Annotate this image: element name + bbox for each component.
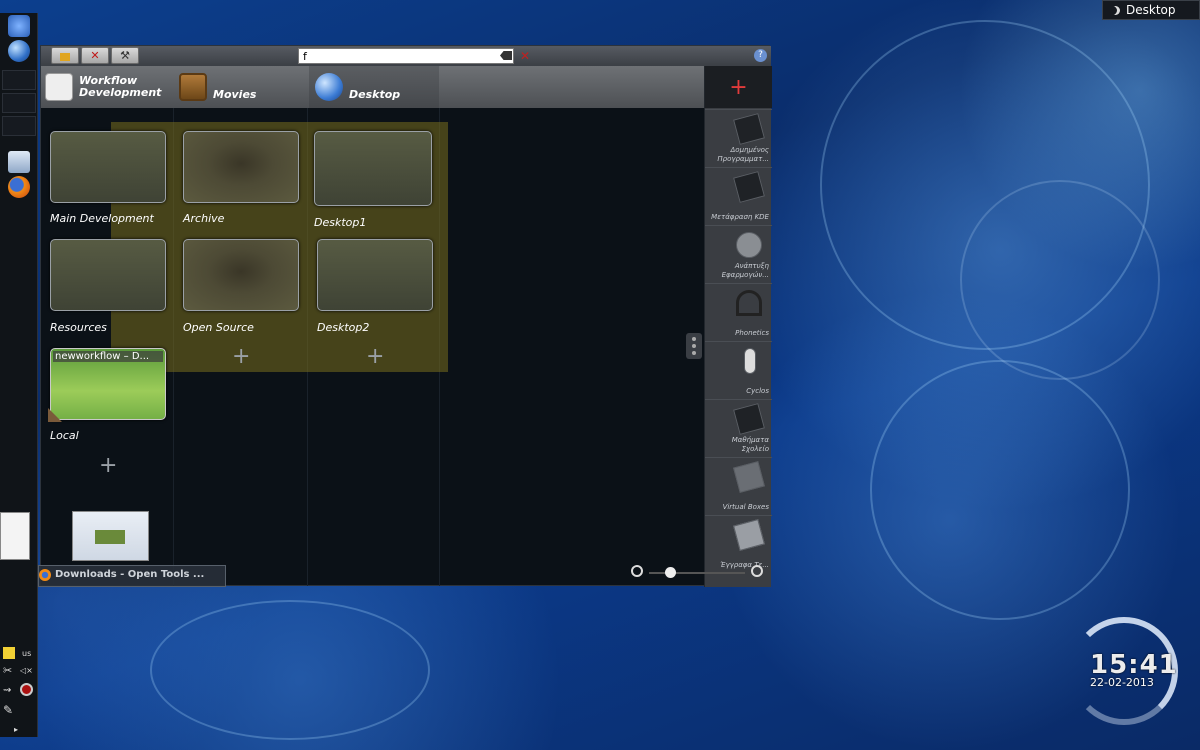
desktop-thumb-main-development[interactable]	[50, 131, 166, 203]
desktop-thumb-local[interactable]: newworkflow – D...	[48, 348, 166, 422]
desktop-label: Desktop1	[314, 216, 367, 229]
lock-icon[interactable]	[51, 47, 79, 64]
dock-item[interactable]: Μετάφραση KDE	[705, 167, 772, 225]
pen-icon[interactable]: ✎	[3, 703, 13, 717]
mp-icon	[736, 232, 762, 258]
left-panel: us ✂ ◁× ⇝ ✎ ▸	[0, 13, 38, 737]
window-title: newworkflow – D...	[53, 351, 163, 362]
desktop-thumb-desktop1[interactable]	[314, 131, 432, 206]
close-icon[interactable]: ✕	[81, 47, 109, 64]
tab-desktop[interactable]: Desktop	[309, 66, 439, 108]
scissors-icon[interactable]: ✂	[3, 664, 12, 677]
tab-workflow-development[interactable]: Workflow Development	[45, 66, 173, 108]
wallpaper-ring	[150, 600, 430, 740]
tools-icon[interactable]: ⚒	[111, 47, 139, 64]
zoom-control	[629, 563, 769, 581]
tab-label: Desktop	[349, 87, 401, 101]
desktop-label-text: Desktop	[1126, 3, 1176, 17]
dock-item-label: Ανάπτυξη Εφαρμογών...	[721, 262, 769, 279]
clock-date: 22-02-2013	[1090, 676, 1154, 689]
desktop-label: Local	[50, 429, 79, 442]
dock-item[interactable]: Δομημένος Προγραμματ...	[705, 109, 772, 167]
fold-corner-icon	[48, 408, 62, 422]
pager-desktop-3[interactable]	[2, 116, 36, 136]
dock-item-label: Cyclos	[746, 387, 769, 395]
tab-label: Movies	[213, 87, 257, 101]
desktop-label: Resources	[50, 321, 107, 334]
dock-item[interactable]: Cyclos	[705, 341, 772, 399]
desktop-thumb-desktop2[interactable]	[317, 239, 433, 311]
zoom-in-icon[interactable]	[751, 565, 763, 577]
headphones-icon	[736, 290, 762, 316]
add-desktop-button[interactable]: +	[99, 455, 117, 477]
network-icon[interactable]	[20, 683, 33, 696]
moon-icon	[1111, 6, 1120, 15]
desktop-thumb-archive[interactable]	[183, 131, 299, 203]
desktop-label: Archive	[183, 212, 225, 225]
globe-icon[interactable]	[8, 40, 30, 62]
dock-item[interactable]: Phonetics	[705, 283, 772, 341]
help-icon[interactable]: ?	[754, 49, 767, 62]
tab-movies[interactable]: Movies	[179, 66, 307, 108]
dock-item-label: Virtual Boxes	[722, 503, 769, 511]
wallpaper-ring	[870, 360, 1130, 620]
desktop-label: Main Development	[50, 212, 154, 225]
dock-item-label: Μετάφραση KDE	[711, 213, 769, 221]
search-input[interactable]	[298, 48, 514, 64]
toolbar: ✕ ⚒ ✕ ?	[41, 46, 771, 66]
wallpaper-ring	[960, 180, 1160, 380]
add-desktop-button[interactable]: +	[366, 346, 384, 368]
firefox-icon[interactable]	[8, 176, 30, 198]
pager-desktop-2[interactable]	[2, 93, 36, 113]
activity-manager-window: ✕ ⚒ ✕ ? Workflow Development Movies Desk…	[40, 45, 772, 587]
kde-menu-icon[interactable]	[8, 15, 30, 37]
activity-dock: + Δομημένος Προγραμματ... Μετάφραση KDE …	[704, 66, 772, 587]
flag-icon	[733, 171, 765, 203]
desktop-thumb-resources[interactable]	[50, 239, 166, 311]
notes-icon[interactable]	[3, 647, 15, 659]
document-icon	[733, 519, 765, 551]
usb-icon[interactable]: ⇝	[3, 685, 11, 696]
cylinder-icon	[45, 73, 73, 101]
expand-arrow-icon[interactable]: ▸	[14, 725, 18, 734]
dock-item[interactable]: Virtual Boxes	[705, 457, 772, 515]
volume-icon[interactable]: ◁×	[20, 666, 33, 675]
desktop-thumb-open-source[interactable]	[183, 239, 299, 311]
firefox-icon	[39, 569, 51, 581]
window-preview[interactable]	[72, 511, 149, 561]
desktop-label[interactable]: Desktop	[1102, 0, 1200, 20]
dock-item-label: Phonetics	[735, 329, 769, 337]
zoom-slider-handle[interactable]	[665, 567, 676, 578]
box-icon	[733, 461, 765, 493]
task-button[interactable]: Downloads - Open Tools ...	[38, 565, 226, 587]
book-icon	[733, 403, 765, 435]
dock-item[interactable]: Ανάπτυξη Εφαρμογών...	[705, 225, 772, 283]
zoom-out-icon[interactable]	[631, 565, 643, 577]
add-desktop-button[interactable]: +	[232, 346, 250, 368]
pager-desktop-1[interactable]	[2, 70, 36, 90]
tv-icon	[179, 73, 207, 101]
database-icon[interactable]	[8, 151, 30, 173]
desktop-label: Desktop2	[317, 321, 370, 334]
globe-icon	[315, 73, 343, 101]
activity-tabs: Workflow Development Movies Desktop	[41, 66, 704, 108]
dock-item-label: Δομημένος Προγραμματ...	[717, 146, 769, 163]
robot-icon	[744, 348, 756, 374]
drag-handle[interactable]	[686, 333, 702, 359]
add-activity-button[interactable]: +	[705, 66, 772, 108]
task-title: Downloads - Open Tools ...	[55, 569, 205, 580]
dock-item-label: Μαθήματα Σχολείο	[731, 436, 769, 453]
tab-label: Workflow Development	[79, 74, 162, 99]
zoom-slider-track[interactable]	[649, 572, 745, 574]
window-preview[interactable]	[0, 512, 30, 560]
desktop-label: Open Source	[183, 321, 254, 334]
keyboard-layout[interactable]: us	[22, 649, 31, 658]
book-icon	[733, 113, 765, 145]
close-red-icon[interactable]: ✕	[520, 49, 530, 63]
dock-item[interactable]: Μαθήματα Σχολείο	[705, 399, 772, 457]
